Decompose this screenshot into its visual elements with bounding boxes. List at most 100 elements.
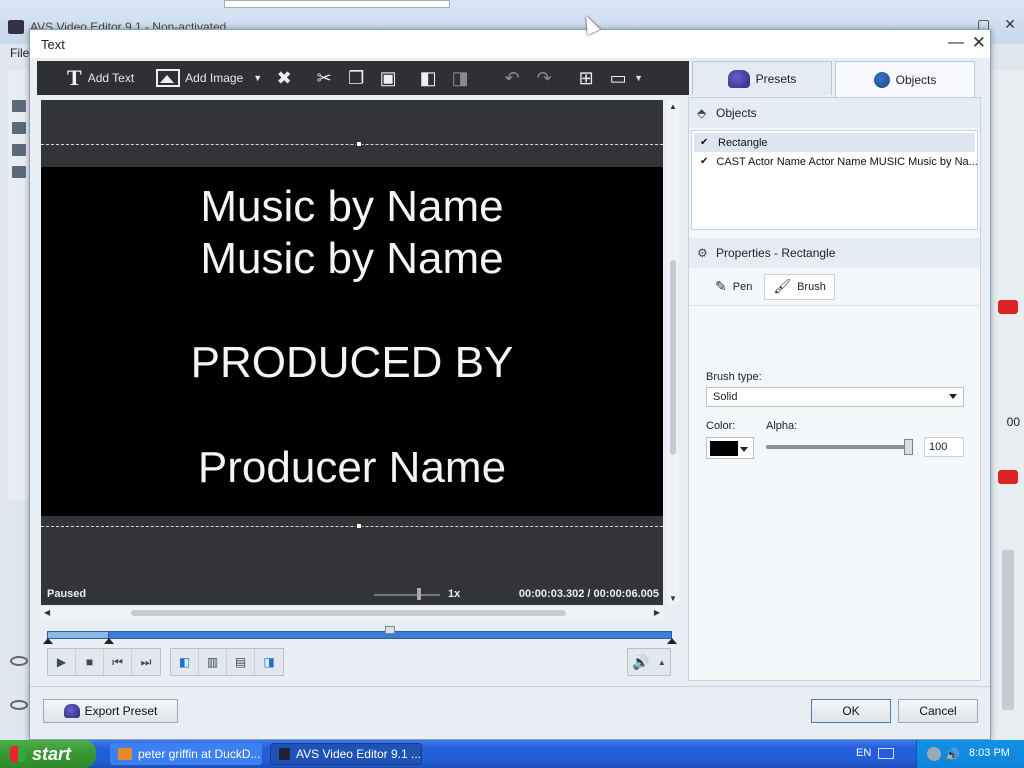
playhead[interactable] (385, 626, 395, 634)
copy-icon[interactable]: ❐ (340, 61, 372, 95)
paste-icon[interactable]: ▣ (372, 61, 404, 95)
credit-line[interactable]: PRODUCED BY (41, 341, 663, 385)
chevron-down-icon[interactable]: ▼ (634, 73, 643, 83)
timeline-selection[interactable] (47, 631, 109, 639)
eye-icon[interactable] (10, 656, 28, 666)
volume-tray-icon[interactable]: 🔊 (945, 748, 960, 762)
folder-icon[interactable] (12, 122, 26, 134)
folder-icon[interactable] (12, 100, 26, 112)
scroll-down-icon[interactable]: ▼ (669, 594, 677, 603)
next-frame-icon[interactable]: ⏭ (132, 649, 160, 675)
bring-forward-icon[interactable]: ◧ (412, 61, 444, 95)
delete-icon[interactable]: ✖ (268, 61, 300, 95)
preview-vertical-scrollbar[interactable]: ▲ ▼ (667, 100, 679, 605)
taskbar-item-avs[interactable]: AVS Video Editor 9.1 ... (270, 743, 422, 765)
resize-handle-bottom[interactable] (356, 523, 362, 529)
keyboard-icon[interactable] (878, 748, 894, 759)
zoom-slider-track[interactable] (374, 594, 440, 596)
redo-icon[interactable]: ↷ (528, 61, 560, 95)
time-total: 00:00:06.005 (593, 588, 659, 600)
resize-handle-top[interactable] (356, 141, 362, 147)
bg-close-icon[interactable]: ✕ (1004, 16, 1016, 33)
split-right-icon[interactable]: ▤ (227, 649, 255, 675)
youtube-icon[interactable] (998, 470, 1018, 484)
text-icon: T (67, 65, 82, 90)
chevron-down-icon[interactable]: ▼ (253, 73, 262, 83)
chevron-down-icon[interactable] (949, 394, 957, 399)
objects-header: ⬘ Objects (689, 98, 980, 128)
tab-objects[interactable]: Objects (835, 61, 975, 97)
export-preset-button[interactable]: Export Preset (43, 699, 178, 723)
scroll-thumb[interactable] (670, 260, 676, 455)
color-picker[interactable] (706, 437, 754, 459)
check-icon[interactable]: ✔ (700, 137, 710, 148)
list-item[interactable]: ✔ Rectangle (694, 133, 975, 152)
monitor-icon[interactable]: ▭ (602, 61, 634, 95)
close-icon[interactable]: ✕ (972, 33, 986, 53)
undo-icon[interactable]: ↶ (496, 61, 528, 95)
background-scrollbar[interactable] (1002, 550, 1014, 710)
clock: 8:03 PM (969, 747, 1010, 759)
alpha-input[interactable]: 100 (924, 437, 964, 457)
list-item[interactable]: ✔ CAST Actor Name Actor Name MUSIC Music… (692, 152, 977, 171)
brush-type-label: Brush type: (706, 371, 762, 383)
alpha-slider-track[interactable] (766, 445, 912, 449)
timeline[interactable] (43, 626, 677, 644)
folder-icon[interactable] (12, 144, 26, 156)
timeline-bar[interactable] (47, 631, 672, 639)
mark-out-icon[interactable]: ◨ (255, 649, 283, 675)
cut-icon[interactable]: ✂ (308, 61, 340, 95)
object-label: Rectangle (718, 136, 768, 149)
tray-app-icon[interactable] (927, 747, 941, 761)
preview-horizontal-scrollbar[interactable]: ◀ ▶ (41, 607, 663, 619)
scroll-up-icon[interactable]: ▲ (669, 102, 677, 111)
menu-file[interactable]: File (0, 44, 30, 64)
scroll-right-icon[interactable]: ▶ (654, 608, 660, 617)
selection-border-top (41, 144, 663, 145)
pen-button[interactable]: ✎ Pen (707, 274, 760, 300)
eye-icon[interactable] (10, 700, 28, 710)
playback-speed: 1x (448, 588, 461, 600)
windows-logo-icon (10, 746, 26, 762)
alpha-slider-thumb[interactable] (904, 439, 913, 455)
zoom-slider-thumb[interactable] (417, 588, 421, 600)
cancel-button[interactable]: Cancel (898, 699, 978, 723)
add-image-button[interactable]: Add Image ▼ (150, 61, 268, 95)
start-button[interactable]: start (0, 740, 96, 768)
credit-line[interactable]: Producer Name (41, 446, 663, 490)
language-indicator[interactable]: EN (856, 747, 871, 759)
start-marker[interactable] (43, 638, 53, 644)
brush-type-select[interactable]: Solid (706, 387, 964, 407)
chevron-down-icon[interactable] (740, 447, 748, 452)
credit-line[interactable]: Music by Name (41, 185, 663, 229)
add-text-button[interactable]: T Add Text (37, 61, 140, 95)
preview-area[interactable]: Music by Name Music by Name PRODUCED BY … (41, 100, 663, 605)
volume-button[interactable]: 🔊 ▲ (627, 648, 671, 676)
end-marker[interactable] (667, 638, 677, 644)
panel-tabs: Presets Objects (692, 61, 988, 97)
selection-marker[interactable] (104, 638, 114, 644)
minimize-icon[interactable]: — (948, 34, 964, 52)
folder-icon[interactable] (12, 166, 26, 178)
check-icon[interactable]: ✔ (700, 156, 708, 167)
split-left-icon[interactable]: ▥ (199, 649, 227, 675)
tab-presets[interactable]: Presets (692, 61, 832, 95)
send-backward-icon[interactable]: ◨ (444, 61, 476, 95)
export-preset-label: Export Preset (84, 704, 158, 718)
credit-line[interactable]: Music by Name (41, 237, 663, 281)
chevron-up-icon[interactable]: ▲ (658, 658, 666, 667)
time-separator: / (587, 588, 591, 600)
youtube-icon[interactable] (998, 300, 1018, 314)
scroll-thumb[interactable] (131, 610, 566, 616)
speaker-icon[interactable]: 🔊 (632, 654, 649, 671)
color-swatch (710, 441, 738, 456)
brush-button[interactable]: 🖌 Brush (764, 273, 835, 300)
play-icon[interactable]: ▶ (48, 649, 76, 675)
stop-icon[interactable]: ■ (76, 649, 104, 675)
ok-button[interactable]: OK (811, 699, 891, 723)
taskbar-item-browser[interactable]: peter griffin at DuckD... (110, 743, 262, 765)
scroll-left-icon[interactable]: ◀ (44, 608, 50, 617)
mark-in-icon[interactable]: ◧ (171, 649, 199, 675)
previous-frame-icon[interactable]: ⏮ (104, 649, 132, 675)
grid-icon[interactable]: ⊞ (570, 61, 602, 95)
